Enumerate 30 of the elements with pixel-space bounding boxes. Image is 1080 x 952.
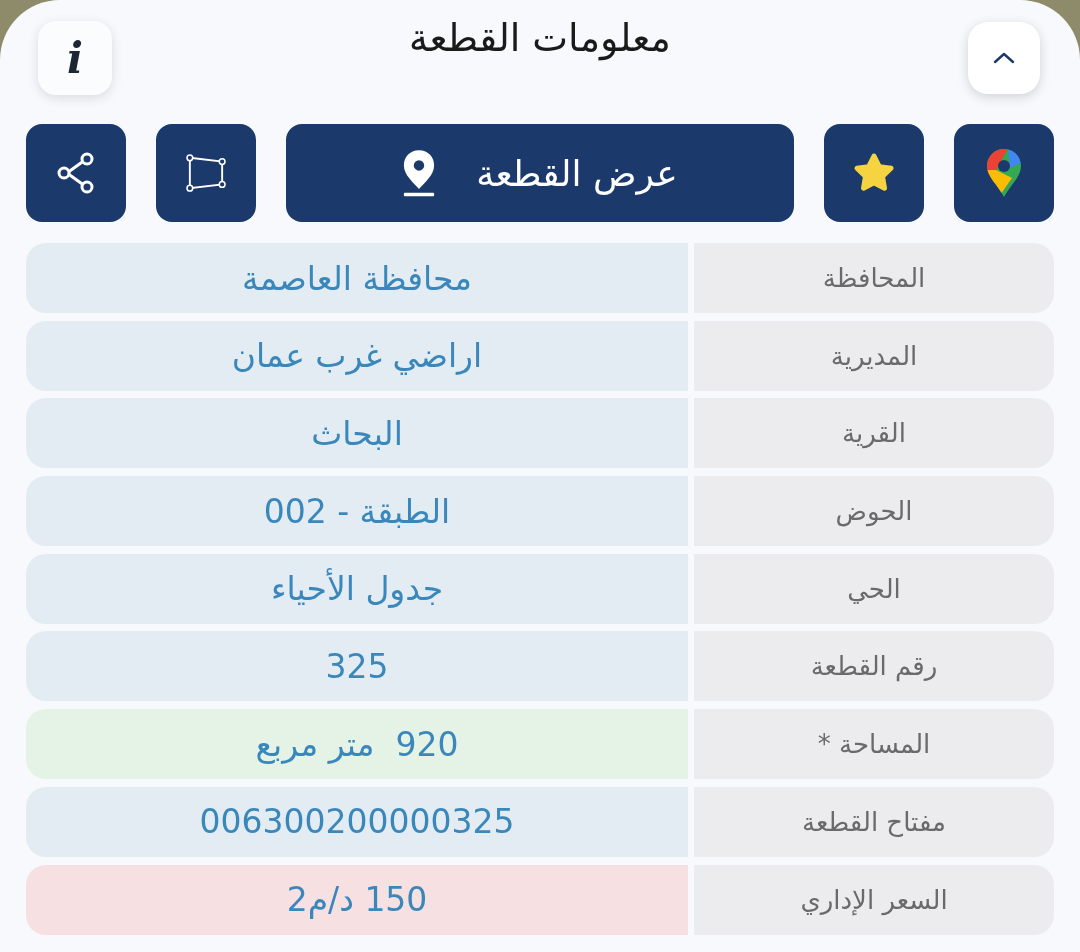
- polygon-icon: [186, 154, 226, 192]
- value-cell: 006300200000325: [26, 786, 688, 857]
- label-cell: مفتاح القطعة: [694, 786, 1054, 857]
- value-cell: جدول الأحياء: [26, 553, 688, 624]
- maps-button[interactable]: [954, 124, 1054, 222]
- label-cell: المديرية: [694, 320, 1054, 391]
- label-cell: القرية: [694, 398, 1054, 469]
- label-cell: الحوض: [694, 476, 1054, 547]
- value-cell: 150 د/م2: [26, 864, 688, 935]
- value-cell: 325: [26, 631, 688, 702]
- sheet-title: معلومات القطعة: [408, 16, 672, 60]
- label-cell: المساحة *: [694, 709, 1054, 780]
- label-cell: رقم القطعة: [694, 631, 1054, 702]
- value-cell: 920 متر مربع: [26, 709, 688, 780]
- favorite-button[interactable]: [824, 124, 924, 222]
- value-cell: اراضي غرب عمان: [26, 320, 688, 391]
- share-button[interactable]: [26, 124, 126, 222]
- value-cell: محافظة العاصمة: [26, 243, 688, 313]
- value-cell: الطبقة - 002: [26, 476, 688, 547]
- label-cell: الحي: [694, 553, 1054, 624]
- label-cell: السعر الإداري: [694, 864, 1054, 935]
- show-plot-button[interactable]: عرض القطعة: [286, 124, 794, 222]
- star-icon: [852, 152, 896, 194]
- value-cell: البحاث: [26, 398, 688, 469]
- info-button[interactable]: i: [38, 21, 112, 95]
- location-pin-icon: [402, 149, 437, 197]
- share-icon: [56, 152, 96, 194]
- label-cell: المحافظة: [694, 243, 1054, 313]
- chevron-up-icon: [993, 52, 1015, 64]
- draw-boundary-button[interactable]: [156, 124, 256, 222]
